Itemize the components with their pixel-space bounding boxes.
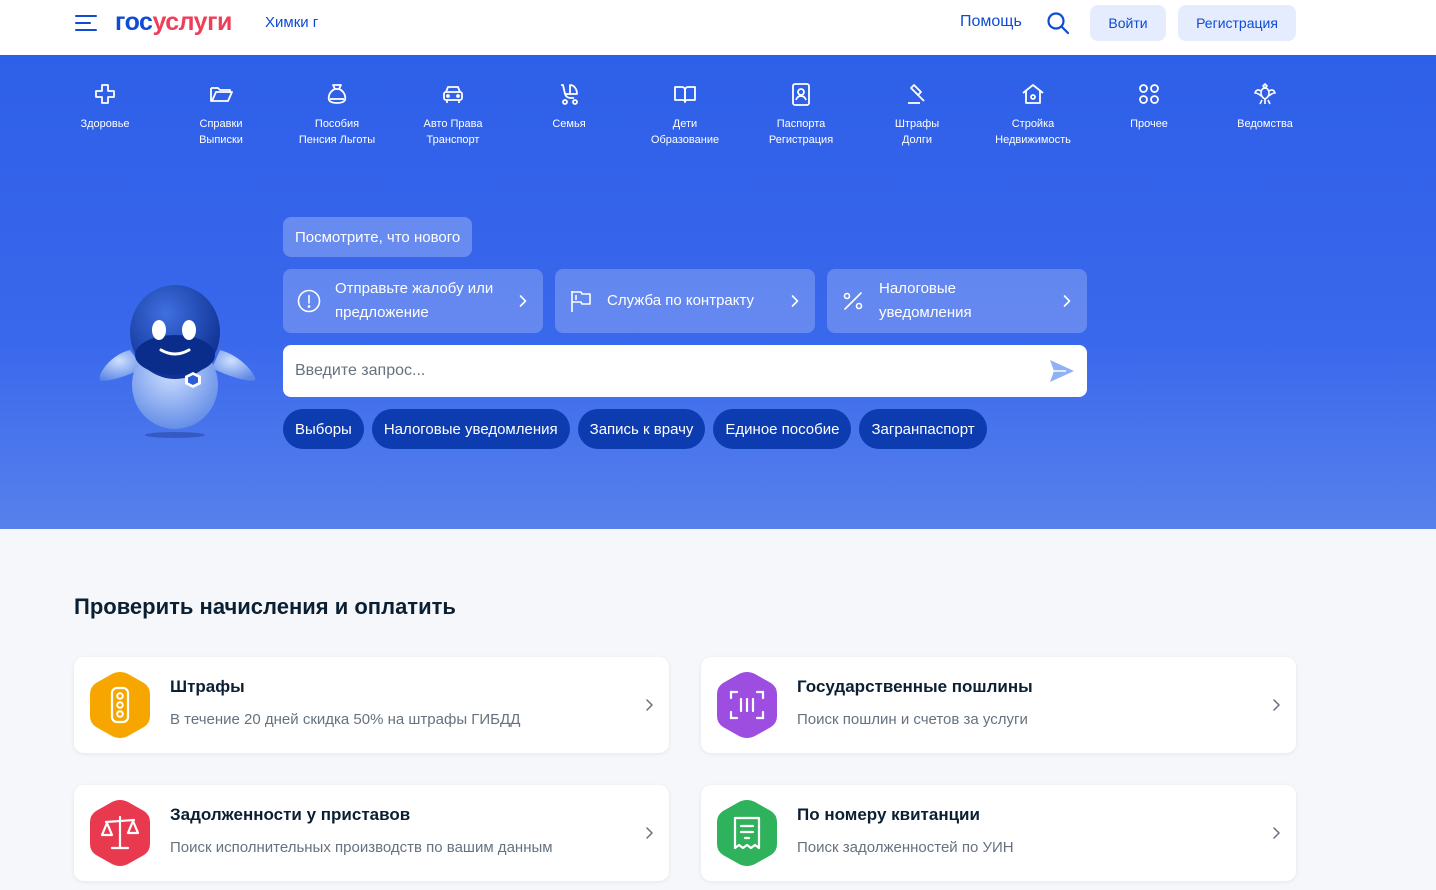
whats-new-button[interactable]: Посмотрите, что нового	[283, 217, 473, 257]
book-icon	[674, 86, 696, 103]
category-family[interactable]: Семья	[511, 81, 627, 148]
chevron-right-icon	[791, 295, 799, 307]
help-link[interactable]: Помощь	[960, 13, 1022, 31]
card-description: Поиск исполнительных производств по ваши…	[170, 839, 553, 856]
chevron-right-icon	[646, 827, 653, 839]
fines-card[interactable]: Штрафы В течение 20 дней скидка 50% на ш…	[74, 657, 669, 753]
category-passports[interactable]: Паспорта Регистрация	[743, 81, 859, 148]
money-bag-icon	[327, 84, 347, 104]
search-box	[283, 345, 1087, 397]
category-label: Штрафы Долги	[894, 118, 940, 146]
chip-elections[interactable]: Выборы	[283, 409, 364, 449]
card-description: Поиск пошлин и счетов за услуги	[797, 711, 1028, 728]
traffic-light-icon	[90, 672, 150, 738]
section-title: Проверить начисления и оплатить	[74, 594, 456, 619]
barcode-scan-icon	[717, 672, 777, 738]
chevron-right-icon	[1273, 699, 1280, 711]
health-cross-icon	[95, 84, 115, 104]
card-description: Поиск задолженностей по УИН	[797, 839, 1014, 856]
folder-icon	[210, 87, 233, 102]
chip-tax-notices[interactable]: Налоговые уведомления	[371, 409, 570, 449]
house-icon	[1022, 84, 1044, 104]
category-agencies[interactable]: Ведомства	[1207, 81, 1323, 148]
top-header: госуслуги Химки г Помощь Войти Регистрац…	[0, 0, 1436, 55]
logo-text-uslugi: услуги	[152, 8, 232, 36]
bailiff-debts-card[interactable]: Задолженности у приставов Поиск исполнит…	[74, 785, 669, 881]
category-benefits[interactable]: Пособия Пенсия Льготы	[279, 81, 395, 148]
quick-chips: Выборы Налоговые уведомления Запись к вр…	[283, 409, 987, 449]
flag-icon	[571, 291, 591, 312]
receipt-number-card[interactable]: По номеру квитанции Поиск задолженностей…	[701, 785, 1296, 881]
passport-icon	[792, 83, 810, 106]
scales-icon	[90, 800, 150, 866]
chip-unified-allowance[interactable]: Единое пособие	[713, 409, 852, 449]
register-button[interactable]: Регистрация	[1178, 5, 1296, 41]
category-label: Авто Права Транспорт	[423, 118, 483, 146]
contract-service-card[interactable]: Служба по контракту	[555, 269, 815, 333]
card-title: Штрафы	[170, 677, 245, 696]
card-label: Отправьте жалобу или предложение	[335, 280, 494, 321]
robot-mascot-image	[99, 285, 256, 438]
card-title: По номеру квитанции	[797, 805, 980, 824]
chip-foreign-passport[interactable]: Загранпаспорт	[859, 409, 987, 449]
card-title: Государственные пошлины	[797, 677, 1033, 696]
search-input[interactable]	[283, 345, 1033, 397]
category-certificates[interactable]: Справки Выписки	[163, 81, 279, 148]
percent-icon	[843, 292, 863, 310]
category-label: Ведомства	[1237, 118, 1293, 130]
category-label: Здоровье	[80, 118, 130, 130]
gosuslugi-logo[interactable]: госуслуги	[115, 8, 232, 37]
exclamation-circle-icon	[297, 289, 321, 313]
category-label: Прочее	[1130, 118, 1168, 130]
card-label: Служба по контракту	[607, 292, 755, 309]
category-label: Пособия Пенсия Льготы	[298, 118, 376, 146]
receipt-icon	[717, 800, 777, 866]
card-label: Налоговые уведомления	[879, 280, 972, 321]
tax-notices-card[interactable]: Налоговые уведомления	[827, 269, 1087, 333]
category-construction[interactable]: Стройка Недвижимость	[975, 81, 1091, 148]
chevron-right-icon	[1063, 295, 1071, 307]
city-selector[interactable]: Химки г	[265, 14, 318, 31]
car-icon	[443, 86, 463, 103]
menu-burger-icon[interactable]	[75, 14, 97, 32]
category-nav: Здоровье Справки Выписки Пособия Пенсия Ль…	[47, 81, 1323, 148]
chevron-right-icon	[519, 295, 527, 307]
coat-of-arms-icon	[1254, 83, 1276, 105]
card-title: Задолженности у приставов	[170, 805, 411, 824]
logo-text-gos: гос	[115, 8, 153, 36]
gavel-icon	[908, 84, 925, 104]
category-label: Семья	[552, 118, 586, 130]
category-label: Справки Выписки	[199, 118, 243, 146]
search-icon[interactable]	[1046, 11, 1070, 35]
category-other[interactable]: Прочее	[1091, 81, 1207, 148]
category-label: Паспорта Регистрация	[768, 118, 834, 146]
category-health[interactable]: Здоровье	[47, 81, 163, 148]
category-children[interactable]: Дети Образование	[627, 81, 743, 148]
grid-icon	[1139, 84, 1159, 104]
send-arrow-icon[interactable]	[1049, 359, 1075, 383]
category-auto[interactable]: Авто Права Транспорт	[395, 81, 511, 148]
category-fines[interactable]: Штрафы Долги	[859, 81, 975, 148]
complaint-card[interactable]: Отправьте жалобу или предложение	[283, 269, 543, 333]
hero-section: Здоровье Справки Выписки Пособия Пенсия Ль…	[0, 55, 1436, 529]
card-description: В течение 20 дней скидка 50% на штрафы Г…	[170, 711, 521, 728]
chevron-right-icon	[646, 699, 653, 711]
chip-doctor-appointment[interactable]: Запись к врачу	[577, 409, 706, 449]
chevron-right-icon	[1273, 827, 1280, 839]
stroller-icon	[561, 84, 578, 105]
category-label: Стройка Недвижимость	[995, 118, 1071, 146]
login-button[interactable]: Войти	[1090, 5, 1166, 41]
category-label: Дети Образование	[650, 118, 720, 146]
state-duties-card[interactable]: Государственные пошлины Поиск пошлин и с…	[701, 657, 1296, 753]
